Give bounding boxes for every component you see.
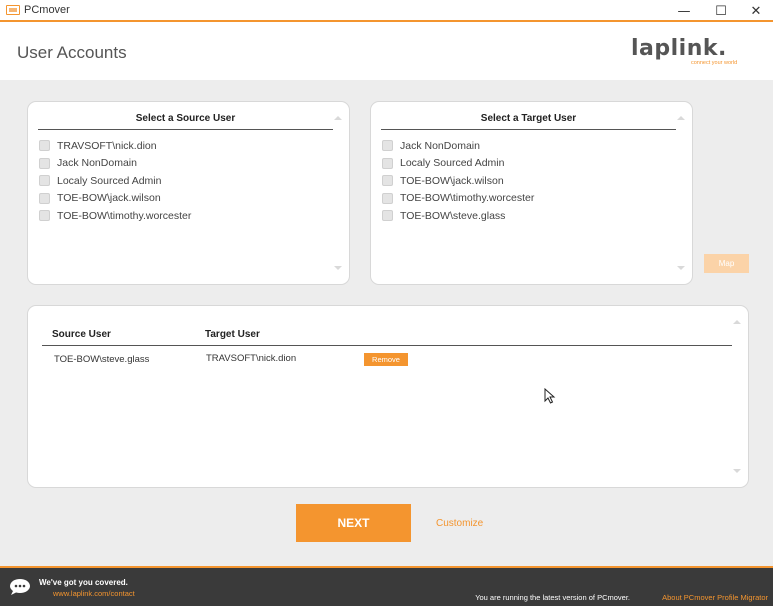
scroll-up-icon[interactable] <box>733 320 741 324</box>
map-button[interactable]: Map <box>704 254 749 273</box>
user-label: TRAVSOFT\nick.dion <box>57 139 157 152</box>
user-checkbox[interactable] <box>382 157 393 169</box>
title-bar: PCmover — ☐ ✕ <box>0 0 773 22</box>
scroll-down-icon[interactable] <box>733 469 741 473</box>
scroll-down-icon[interactable] <box>677 266 685 270</box>
remove-button[interactable]: Remove <box>364 353 408 366</box>
list-item[interactable]: TOE-BOW\steve.glass <box>382 207 534 225</box>
user-mapping-panel: Source User Target User TOE-BOW\steve.gl… <box>27 305 749 488</box>
chat-bubble-icon <box>10 579 30 595</box>
list-item[interactable]: TRAVSOFT\nick.dion <box>39 137 191 155</box>
list-item[interactable]: Jack NonDomain <box>382 137 534 155</box>
user-checkbox[interactable] <box>39 140 50 152</box>
logo-text: laplink. <box>631 36 727 61</box>
user-label: Jack NonDomain <box>57 157 137 170</box>
logo-tagline: connect your world <box>691 60 738 66</box>
user-checkbox[interactable] <box>382 192 393 204</box>
target-user-list: Jack NonDomain Localy Sourced Admin TOE-BO… <box>382 137 534 225</box>
scroll-up-icon[interactable] <box>334 116 342 120</box>
user-checkbox[interactable] <box>39 175 50 187</box>
mouse-cursor-icon <box>544 388 556 404</box>
user-label: TOE-BOW\jack.wilson <box>57 192 161 205</box>
list-item[interactable]: TOE-BOW\timothy.worcester <box>382 190 534 208</box>
user-checkbox[interactable] <box>39 157 50 169</box>
user-checkbox[interactable] <box>382 140 393 152</box>
target-panel-title: Select a Target User <box>381 113 676 130</box>
source-user-panel: Select a Source User TRAVSOFT\nick.dion J… <box>27 101 350 285</box>
mapped-target-user: TRAVSOFT\nick.dion <box>206 353 297 364</box>
page-title: User Accounts <box>17 43 127 62</box>
footer: We've got you covered. www.laplink.com/c… <box>0 566 773 606</box>
user-checkbox[interactable] <box>382 210 393 222</box>
user-checkbox[interactable] <box>39 210 50 222</box>
version-status: You are running the latest version of PC… <box>475 593 630 602</box>
source-user-list: TRAVSOFT\nick.dion Jack NonDomain Localy S… <box>39 137 191 225</box>
list-item[interactable]: Jack NonDomain <box>39 155 191 173</box>
user-checkbox[interactable] <box>39 192 50 204</box>
list-item[interactable]: Localy Sourced Admin <box>39 172 191 190</box>
pcmover-app-icon <box>6 5 20 15</box>
user-label: TOE-BOW\steve.glass <box>400 209 506 222</box>
user-label: TOE-BOW\timothy.worcester <box>57 209 192 222</box>
main-content: Select a Source User TRAVSOFT\nick.dion J… <box>0 80 773 566</box>
user-label: Jack NonDomain <box>400 139 480 152</box>
source-panel-title: Select a Source User <box>38 113 333 130</box>
laplink-logo: laplink. connect your world <box>631 36 743 76</box>
user-label: TOE-BOW\timothy.worcester <box>400 192 535 205</box>
next-button[interactable]: NEXT <box>296 504 411 542</box>
column-header-target-user: Target User <box>205 329 260 340</box>
customize-link[interactable]: Customize <box>436 518 483 529</box>
list-item[interactable]: TOE-BOW\jack.wilson <box>39 190 191 208</box>
contact-link[interactable]: www.laplink.com/contact <box>53 589 135 598</box>
scroll-down-icon[interactable] <box>334 266 342 270</box>
scroll-up-icon[interactable] <box>677 116 685 120</box>
minimize-button[interactable]: — <box>666 0 702 22</box>
user-label: Localy Sourced Admin <box>400 157 505 170</box>
user-label: Localy Sourced Admin <box>57 174 162 187</box>
list-item[interactable]: TOE-BOW\timothy.worcester <box>39 207 191 225</box>
maximize-button[interactable]: ☐ <box>703 0 739 22</box>
column-header-source-user: Source User <box>52 329 111 340</box>
target-user-panel: Select a Target User Jack NonDomain Local… <box>370 101 693 285</box>
user-label: TOE-BOW\jack.wilson <box>400 174 504 187</box>
footer-tagline: We've got you covered. <box>39 578 128 587</box>
mapping-table-header: Source User Target User <box>42 326 732 346</box>
user-checkbox[interactable] <box>382 175 393 187</box>
list-item[interactable]: TOE-BOW\jack.wilson <box>382 172 534 190</box>
page-header: User Accounts laplink. connect your worl… <box>0 24 773 80</box>
table-row: TOE-BOW\steve.glass TRAVSOFT\nick.dion R… <box>42 350 732 368</box>
window-title: PCmover <box>24 4 70 16</box>
mapped-source-user: TOE-BOW\steve.glass <box>54 354 150 365</box>
about-link[interactable]: About PCmover Profile Migrator <box>662 593 768 602</box>
list-item[interactable]: Localy Sourced Admin <box>382 155 534 173</box>
close-button[interactable]: ✕ <box>738 0 773 22</box>
